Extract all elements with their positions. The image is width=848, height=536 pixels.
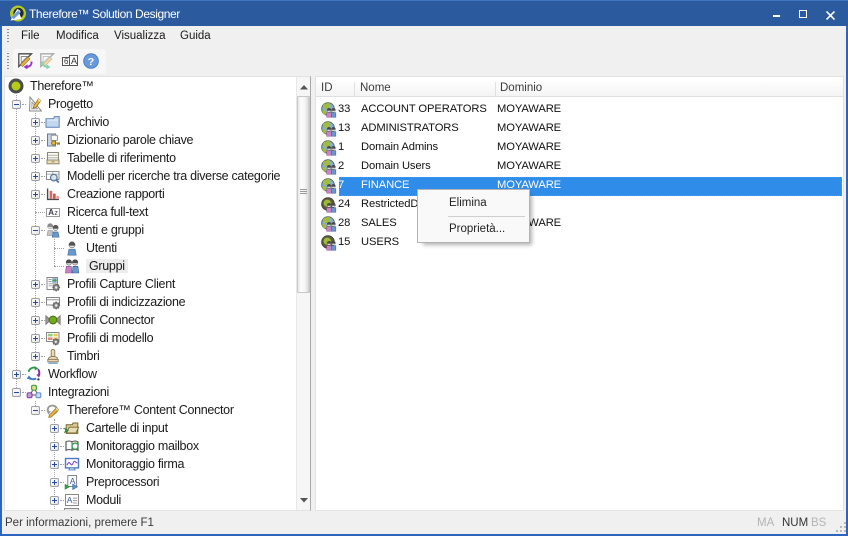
svg-text:?: ?: [88, 56, 94, 68]
svg-text:A: A: [48, 208, 54, 217]
svg-text:A: A: [67, 495, 73, 505]
svg-text:6: 6: [64, 57, 69, 66]
svg-text:A: A: [71, 56, 77, 66]
